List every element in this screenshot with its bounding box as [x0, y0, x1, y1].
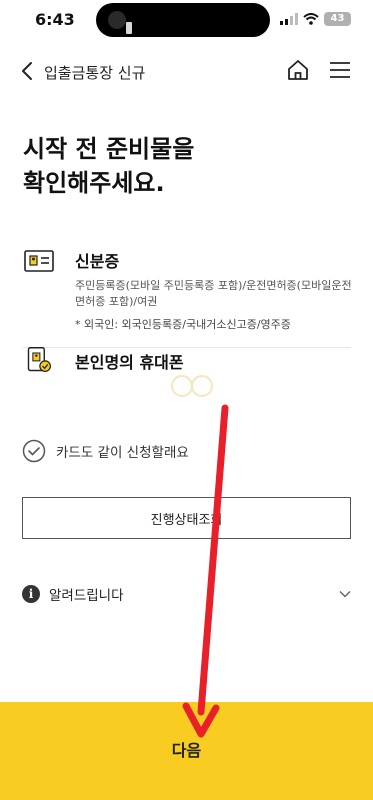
card-option-checkbox[interactable]: 카드도 같이 신청할래요	[22, 438, 189, 464]
status-time: 6:43	[35, 10, 75, 29]
header-title: 입출금통장 신규	[44, 64, 146, 82]
home-icon[interactable]	[286, 58, 310, 82]
info-icon: i	[22, 585, 40, 603]
flashlight-icon	[108, 11, 132, 34]
status-bar: 6:43 43	[0, 0, 373, 44]
dynamic-island	[96, 3, 270, 37]
requirement-id-card: 신분증 주민등록증(모바일 주민등록증 포함)/운전면허증(모바일운전면허증 포…	[23, 248, 352, 334]
notice-accordion[interactable]: i 알려드립니다	[22, 582, 352, 606]
next-button[interactable]: 다음	[0, 702, 373, 800]
requirement-note: * 외국인: 외국인등록증/국내거소신고증/영주증	[75, 318, 291, 331]
back-arrow-icon[interactable]	[18, 60, 38, 82]
notice-label: 알려드립니다	[49, 588, 124, 604]
status-icons: 43	[280, 12, 351, 26]
progress-status-button[interactable]: 진행상태조회	[22, 497, 351, 539]
signal-icon	[280, 13, 298, 25]
chevron-down-icon[interactable]	[338, 587, 352, 601]
page-title: 시작 전 준비물을 확인해주세요.	[23, 135, 195, 197]
requirement-description: 주민등록증(모바일 주민등록증 포함)/운전면허증(모바일운전면허증 포함)/여…	[75, 279, 352, 308]
app-header: 입출금통장 신규	[0, 52, 373, 92]
phone-check-icon	[27, 347, 51, 372]
hamburger-menu-icon[interactable]	[329, 60, 351, 80]
requirement-title: 본인명의 휴대폰	[75, 353, 184, 372]
id-card-icon	[24, 250, 54, 272]
requirement-title: 신분증	[75, 252, 120, 271]
check-circle-icon[interactable]	[22, 439, 46, 463]
wifi-icon	[303, 13, 319, 25]
watermark-logo	[171, 375, 213, 397]
next-button-label: 다음	[171, 741, 202, 760]
battery-indicator: 43	[324, 12, 351, 26]
card-option-label: 카드도 같이 신청할래요	[56, 445, 189, 461]
